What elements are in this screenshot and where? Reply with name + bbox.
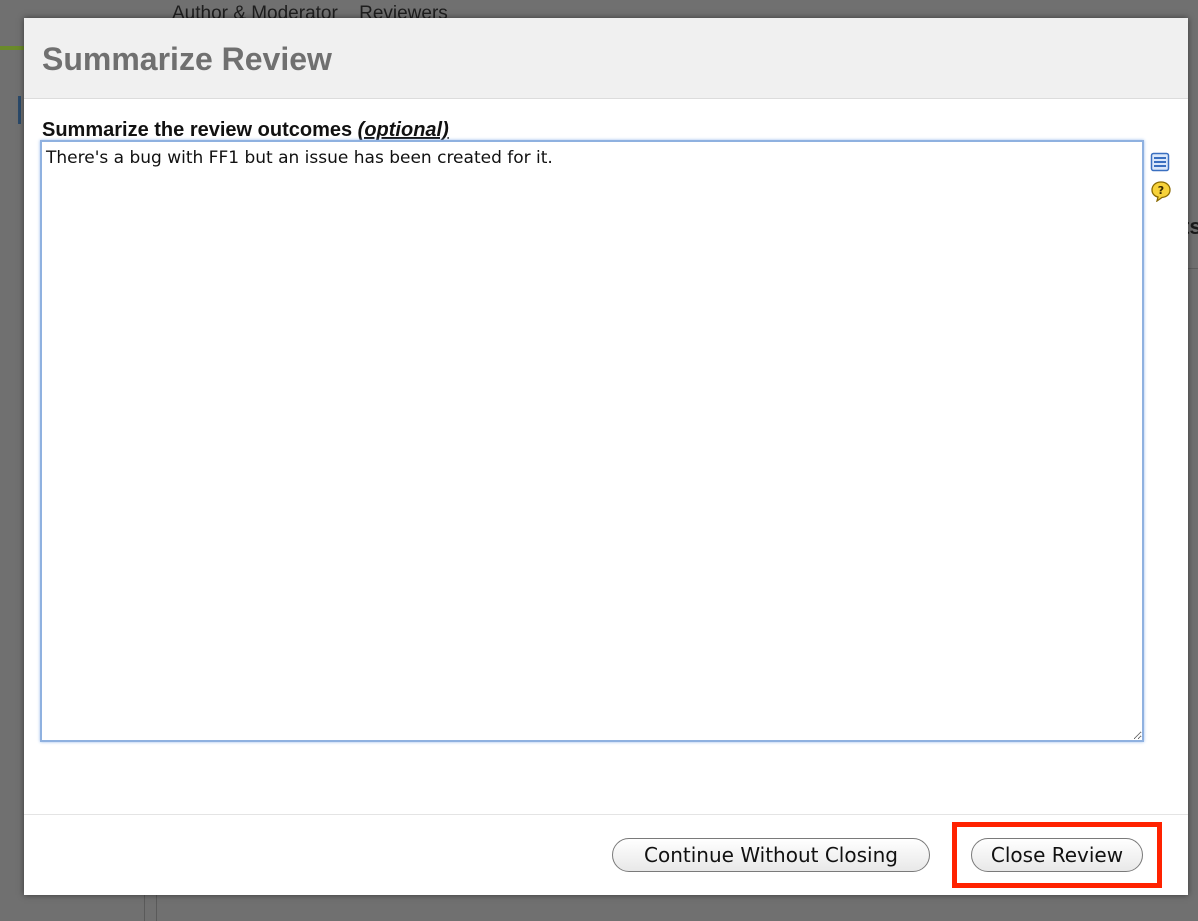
help-icon[interactable]: ? — [1150, 180, 1172, 202]
background-column-divider — [156, 895, 157, 921]
close-review-button[interactable]: Close Review — [971, 838, 1143, 872]
summarize-review-dialog: Summarize Review Summarize the review ou… — [24, 18, 1188, 895]
editor-side-icons: ? — [1150, 152, 1174, 208]
summary-textarea[interactable] — [40, 140, 1144, 742]
background-column-divider — [144, 895, 145, 921]
dialog-header: Summarize Review — [24, 18, 1188, 99]
footer-divider — [24, 814, 1188, 815]
svg-text:?: ? — [1158, 184, 1164, 197]
background-divider — [18, 96, 21, 124]
summary-field-label: Summarize the review outcomes (optional) — [42, 118, 449, 142]
continue-without-closing-button[interactable]: Continue Without Closing — [612, 838, 930, 872]
dialog-title: Summarize Review — [42, 41, 332, 77]
optional-indicator: (optional) — [357, 119, 449, 141]
background-accent-line — [0, 46, 24, 50]
formatting-icon[interactable] — [1150, 152, 1172, 174]
summary-label-text: Summarize the review outcomes — [42, 119, 353, 141]
